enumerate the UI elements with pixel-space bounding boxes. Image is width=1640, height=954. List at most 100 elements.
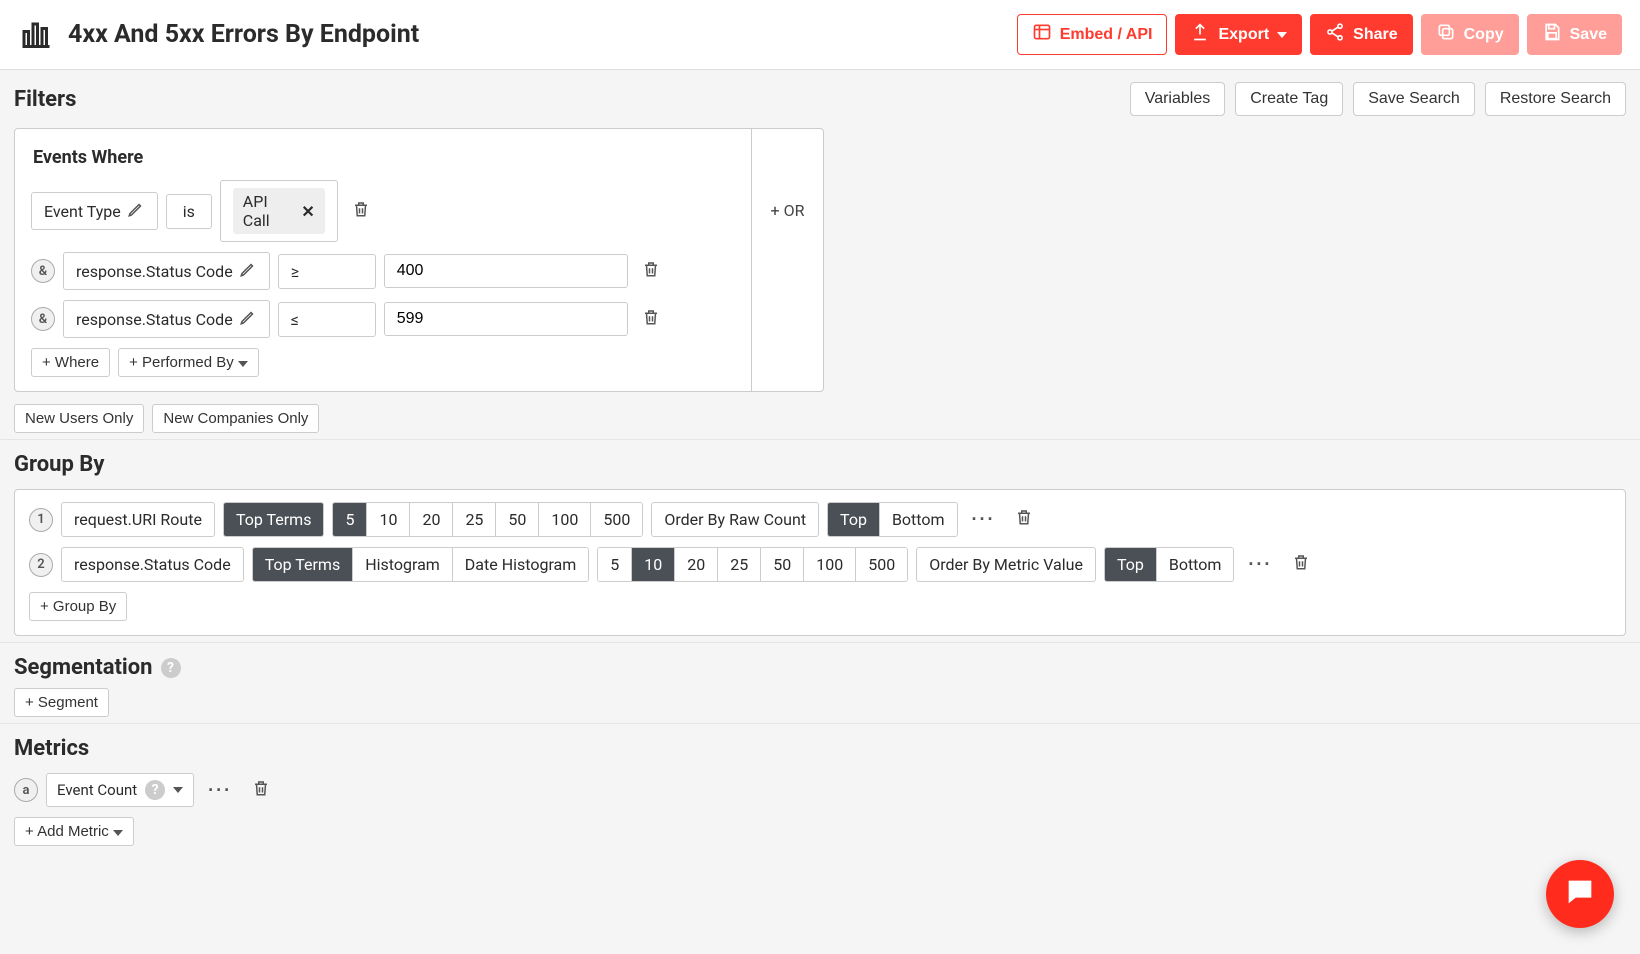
trash-icon (642, 260, 660, 283)
new-users-button[interactable]: New Users Only (14, 404, 144, 433)
groupby-index: 1 (29, 508, 53, 532)
pencil-icon[interactable] (239, 260, 257, 282)
chevron-down-icon (1277, 32, 1287, 38)
groupby-size-option[interactable]: 25 (718, 548, 761, 581)
groupby-size-option[interactable]: 10 (367, 503, 410, 536)
groupby-size-option[interactable]: 50 (761, 548, 804, 581)
filters-title: Filters (14, 87, 76, 112)
export-button[interactable]: Export (1175, 14, 1302, 55)
groupby-order[interactable]: Order By Metric Value (916, 547, 1096, 582)
create-tag-button[interactable]: Create Tag (1235, 82, 1343, 116)
metrics-section: Metrics a Event Count ? ··· + Add Metric (0, 724, 1640, 852)
more-button[interactable]: ··· (202, 776, 238, 805)
metric-field[interactable]: Event Count ? (46, 773, 194, 807)
groupby-dir-option[interactable]: Bottom (880, 503, 957, 536)
embed-api-button[interactable]: Embed / API (1017, 14, 1168, 55)
delete-filter-button[interactable] (636, 256, 666, 287)
filter-value-input[interactable] (397, 262, 615, 280)
variables-button[interactable]: Variables (1130, 82, 1226, 116)
pencil-icon[interactable] (127, 200, 145, 222)
add-metric-button[interactable]: + Add Metric (14, 817, 134, 846)
groupby-dir-option[interactable]: Top (828, 503, 880, 536)
delete-filter-button[interactable] (346, 196, 376, 227)
groupby-mode-group: Top TermsHistogramDate Histogram (252, 547, 590, 582)
groupby-size-option[interactable]: 10 (632, 548, 675, 581)
filter-op[interactable]: is (166, 194, 212, 229)
copy-button[interactable]: Copy (1421, 14, 1519, 55)
filter-row: & response.Status Code ≤ (31, 300, 735, 338)
events-where-title: Events Where (33, 147, 735, 168)
trash-icon (642, 308, 660, 331)
groupby-size-option[interactable]: 20 (675, 548, 718, 581)
delete-groupby-button[interactable] (1286, 549, 1316, 580)
and-badge[interactable]: & (31, 259, 55, 283)
close-icon[interactable]: ✕ (301, 202, 314, 221)
groupby-mode-option[interactable]: Date Histogram (453, 548, 588, 581)
filter-field[interactable]: response.Status Code (63, 300, 270, 338)
groupby-index: 2 (29, 553, 53, 577)
add-segment-button[interactable]: + Segment (14, 688, 109, 717)
more-button[interactable]: ··· (1242, 550, 1278, 579)
groupby-size-option[interactable]: 100 (539, 503, 591, 536)
and-badge[interactable]: & (31, 307, 55, 331)
filter-value[interactable]: API Call ✕ (220, 180, 338, 242)
groupby-order[interactable]: Order By Raw Count (651, 502, 819, 537)
groupby-size-option[interactable]: 5 (598, 548, 632, 581)
more-icon: ··· (972, 509, 996, 530)
filter-field[interactable]: response.Status Code (63, 252, 270, 290)
share-button[interactable]: Share (1310, 14, 1412, 55)
help-icon[interactable]: ? (161, 658, 181, 678)
groupby-dir-option[interactable]: Top (1105, 548, 1157, 581)
add-or-button[interactable]: + OR (751, 129, 823, 391)
filter-value[interactable] (384, 302, 628, 336)
help-icon[interactable]: ? (145, 780, 165, 800)
groupby-size-option[interactable]: 500 (856, 548, 907, 581)
groupby-size-option[interactable]: 25 (453, 503, 496, 536)
save-search-button[interactable]: Save Search (1353, 82, 1475, 116)
add-groupby-button[interactable]: + Group By (29, 592, 127, 621)
trash-icon (1292, 553, 1310, 576)
groupby-field[interactable]: request.URI Route (61, 502, 215, 537)
more-button[interactable]: ··· (966, 505, 1002, 534)
filter-chip[interactable]: API Call ✕ (233, 188, 325, 234)
groupby-size-option[interactable]: 20 (410, 503, 453, 536)
groupby-mode-option[interactable]: Top Terms (253, 548, 354, 581)
delete-groupby-button[interactable] (1009, 504, 1039, 535)
topbar-actions: Embed / API Export Share Copy Save (1017, 14, 1622, 55)
segmentation-title: Segmentation ? (14, 655, 1626, 680)
filter-value[interactable] (384, 254, 628, 288)
groupby-mode-option[interactable]: Histogram (353, 548, 453, 581)
chevron-down-icon (238, 361, 248, 367)
topbar-left: 4xx And 5xx Errors By Endpoint (18, 15, 419, 55)
filter-box: Events Where Event Type is API Call ✕ (14, 128, 824, 392)
filter-op[interactable]: ≤ (278, 302, 376, 337)
save-button[interactable]: Save (1527, 14, 1622, 55)
restore-search-button[interactable]: Restore Search (1485, 82, 1626, 116)
trash-icon (1015, 508, 1033, 531)
add-performed-by-button[interactable]: + Performed By (118, 348, 259, 377)
filter-field[interactable]: Event Type (31, 192, 158, 230)
delete-metric-button[interactable] (246, 775, 276, 806)
groupby-size-group: 510202550100500 (332, 502, 643, 537)
new-companies-button[interactable]: New Companies Only (152, 404, 319, 433)
groupby-mode-option[interactable]: Top Terms (224, 503, 324, 536)
metric-index: a (14, 778, 38, 802)
groupby-field[interactable]: response.Status Code (61, 547, 244, 582)
filter-value-input[interactable] (397, 310, 615, 328)
filter-op[interactable]: ≥ (278, 254, 376, 289)
metric-row: a Event Count ? ··· (14, 773, 1626, 807)
filters-section: Filters Variables Create Tag Save Search… (0, 70, 1640, 440)
groupby-section: Group By 1request.URI RouteTop Terms5102… (0, 440, 1640, 643)
segmentation-section: Segmentation ? + Segment (0, 643, 1640, 724)
groupby-size-option[interactable]: 5 (333, 503, 367, 536)
delete-filter-button[interactable] (636, 304, 666, 335)
groupby-dir-option[interactable]: Bottom (1157, 548, 1234, 581)
groupby-size-option[interactable]: 500 (591, 503, 642, 536)
chat-icon (1563, 875, 1597, 913)
groupby-size-option[interactable]: 50 (496, 503, 539, 536)
pencil-icon[interactable] (239, 308, 257, 330)
trash-icon (252, 779, 270, 802)
groupby-size-option[interactable]: 100 (804, 548, 856, 581)
chat-fab[interactable] (1546, 860, 1614, 928)
add-where-button[interactable]: + Where (31, 348, 110, 377)
